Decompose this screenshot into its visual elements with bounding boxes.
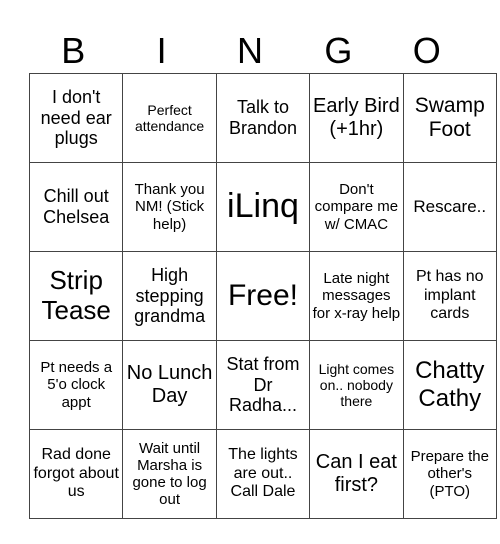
bingo-cell[interactable]: Pt has no implant cards xyxy=(402,251,497,341)
bingo-cell[interactable]: iLinq xyxy=(215,162,311,252)
bingo-cell[interactable]: No Lunch Day xyxy=(122,340,217,430)
bingo-cell[interactable]: Pt needs a 5'o clock appt xyxy=(28,340,124,430)
header-letter-i: I xyxy=(156,30,167,71)
bingo-cell[interactable]: Can I eat first? xyxy=(309,429,404,519)
bingo-cell[interactable]: Light comes on.. nobody there xyxy=(309,340,404,430)
bingo-cell[interactable]: Swamp Foot xyxy=(402,73,497,163)
bingo-cell[interactable]: Rescare.. xyxy=(402,162,497,252)
header-letter-b: B xyxy=(61,30,86,71)
bingo-cell[interactable]: Perfect attendance xyxy=(122,73,217,163)
bingo-cell[interactable]: High stepping grandma xyxy=(122,251,217,341)
bingo-cell[interactable]: Chill out Chelsea xyxy=(28,162,124,252)
bingo-board: I don't need ear plugs Perfect attendanc… xyxy=(28,73,497,519)
bingo-cell[interactable]: Early Bird (+1hr) xyxy=(309,73,404,163)
bingo-cell[interactable]: Stat from Dr Radha... xyxy=(215,340,311,430)
header-letter-g: G xyxy=(324,30,353,71)
bingo-cell[interactable]: Thank you NM! (Stick help) xyxy=(122,162,217,252)
board-row: Rad done forgot about us Wait until Mars… xyxy=(28,429,497,519)
bingo-cell[interactable]: I don't need ear plugs xyxy=(28,73,124,163)
bingo-cell[interactable]: Don't compare me w/ CMAC xyxy=(309,162,404,252)
board-row: Strip Tease High stepping grandma Free! … xyxy=(28,251,497,341)
header-letter-o: O xyxy=(412,30,441,71)
board-row: Chill out Chelsea Thank you NM! (Stick h… xyxy=(28,162,497,252)
board-row: I don't need ear plugs Perfect attendanc… xyxy=(28,73,497,163)
bingo-cell[interactable]: Chatty Cathy xyxy=(402,340,497,430)
bingo-cell[interactable]: Prepare the other's (PTO) xyxy=(402,429,497,519)
bingo-cell[interactable]: Talk to Brandon xyxy=(215,73,311,163)
bingo-cell[interactable]: Rad done forgot about us xyxy=(28,429,124,519)
board-row: Pt needs a 5'o clock appt No Lunch Day S… xyxy=(28,340,497,430)
bingo-cell[interactable]: Late night messages for x-ray help xyxy=(309,251,404,341)
bingo-header: B I N G O xyxy=(29,28,471,73)
bingo-cell[interactable]: The lights are out.. Call Dale xyxy=(215,429,311,519)
bingo-cell[interactable]: Wait until Marsha is gone to log out xyxy=(122,429,217,519)
bingo-cell[interactable]: Strip Tease xyxy=(28,251,124,341)
free-space-cell[interactable]: Free! xyxy=(215,251,311,341)
header-letter-n: N xyxy=(236,30,263,71)
